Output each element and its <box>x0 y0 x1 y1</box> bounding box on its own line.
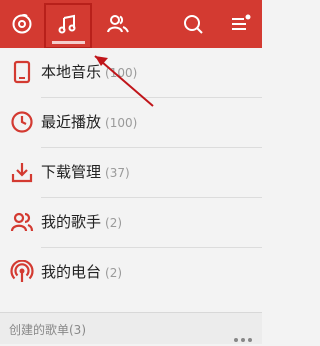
item-count: (2) <box>105 216 123 230</box>
singer-icon <box>10 212 34 232</box>
download-icon <box>11 163 33 183</box>
item-title: 本地音乐 <box>41 63 102 81</box>
list-item-my-singers[interactable]: 我的歌手 (2) <box>0 198 262 248</box>
item-count: (37) <box>105 166 130 180</box>
list-item-local-music[interactable]: 本地音乐 (100) <box>0 48 262 98</box>
item-count: (2) <box>105 266 123 280</box>
item-title: 最近播放 <box>41 113 102 131</box>
clock-icon <box>11 111 33 133</box>
created-playlists-header[interactable]: 创建的歌单(3) <box>0 312 262 344</box>
top-navigation-bar <box>0 0 262 49</box>
radio-icon <box>10 260 34 282</box>
list-item-label: 本地音乐 (100) <box>41 60 137 85</box>
tab-friends[interactable] <box>98 0 138 48</box>
section-title: 创建的歌单(3) <box>9 323 86 337</box>
tab-discover[interactable] <box>2 0 42 48</box>
my-music-list: 本地音乐(100) 最近播放(100) 下载管理(37) 我的歌手(2) <box>0 48 262 298</box>
item-title: 我的歌手 <box>41 213 102 231</box>
list-item-label: 我的歌手 (2) <box>41 210 122 235</box>
item-count: (100) <box>105 116 138 130</box>
item-title: 我的电台 <box>41 263 102 281</box>
list-item-label: 我的电台 (2) <box>41 260 122 285</box>
tab-search[interactable] <box>173 0 213 48</box>
list-item-label: 下载管理 (37) <box>41 160 130 185</box>
list-item-my-radio[interactable]: 我的电台 (2) <box>0 248 262 298</box>
item-count: (100) <box>105 66 138 80</box>
item-title: 下载管理 <box>41 163 102 181</box>
disc-icon <box>12 13 32 34</box>
list-item-download-manager[interactable]: 下载管理 (37) <box>0 148 262 198</box>
tab-menu[interactable] <box>220 0 260 48</box>
friends-icon <box>107 15 129 33</box>
more-dots-icon[interactable] <box>231 327 252 346</box>
list-item-recent-play[interactable]: 最近播放 (100) <box>0 98 262 148</box>
phone-icon <box>13 60 31 84</box>
active-tab-indicator <box>52 41 85 44</box>
search-icon <box>184 15 203 34</box>
menu-icon <box>232 14 251 30</box>
list-item-label: 最近播放 (100) <box>41 110 137 135</box>
